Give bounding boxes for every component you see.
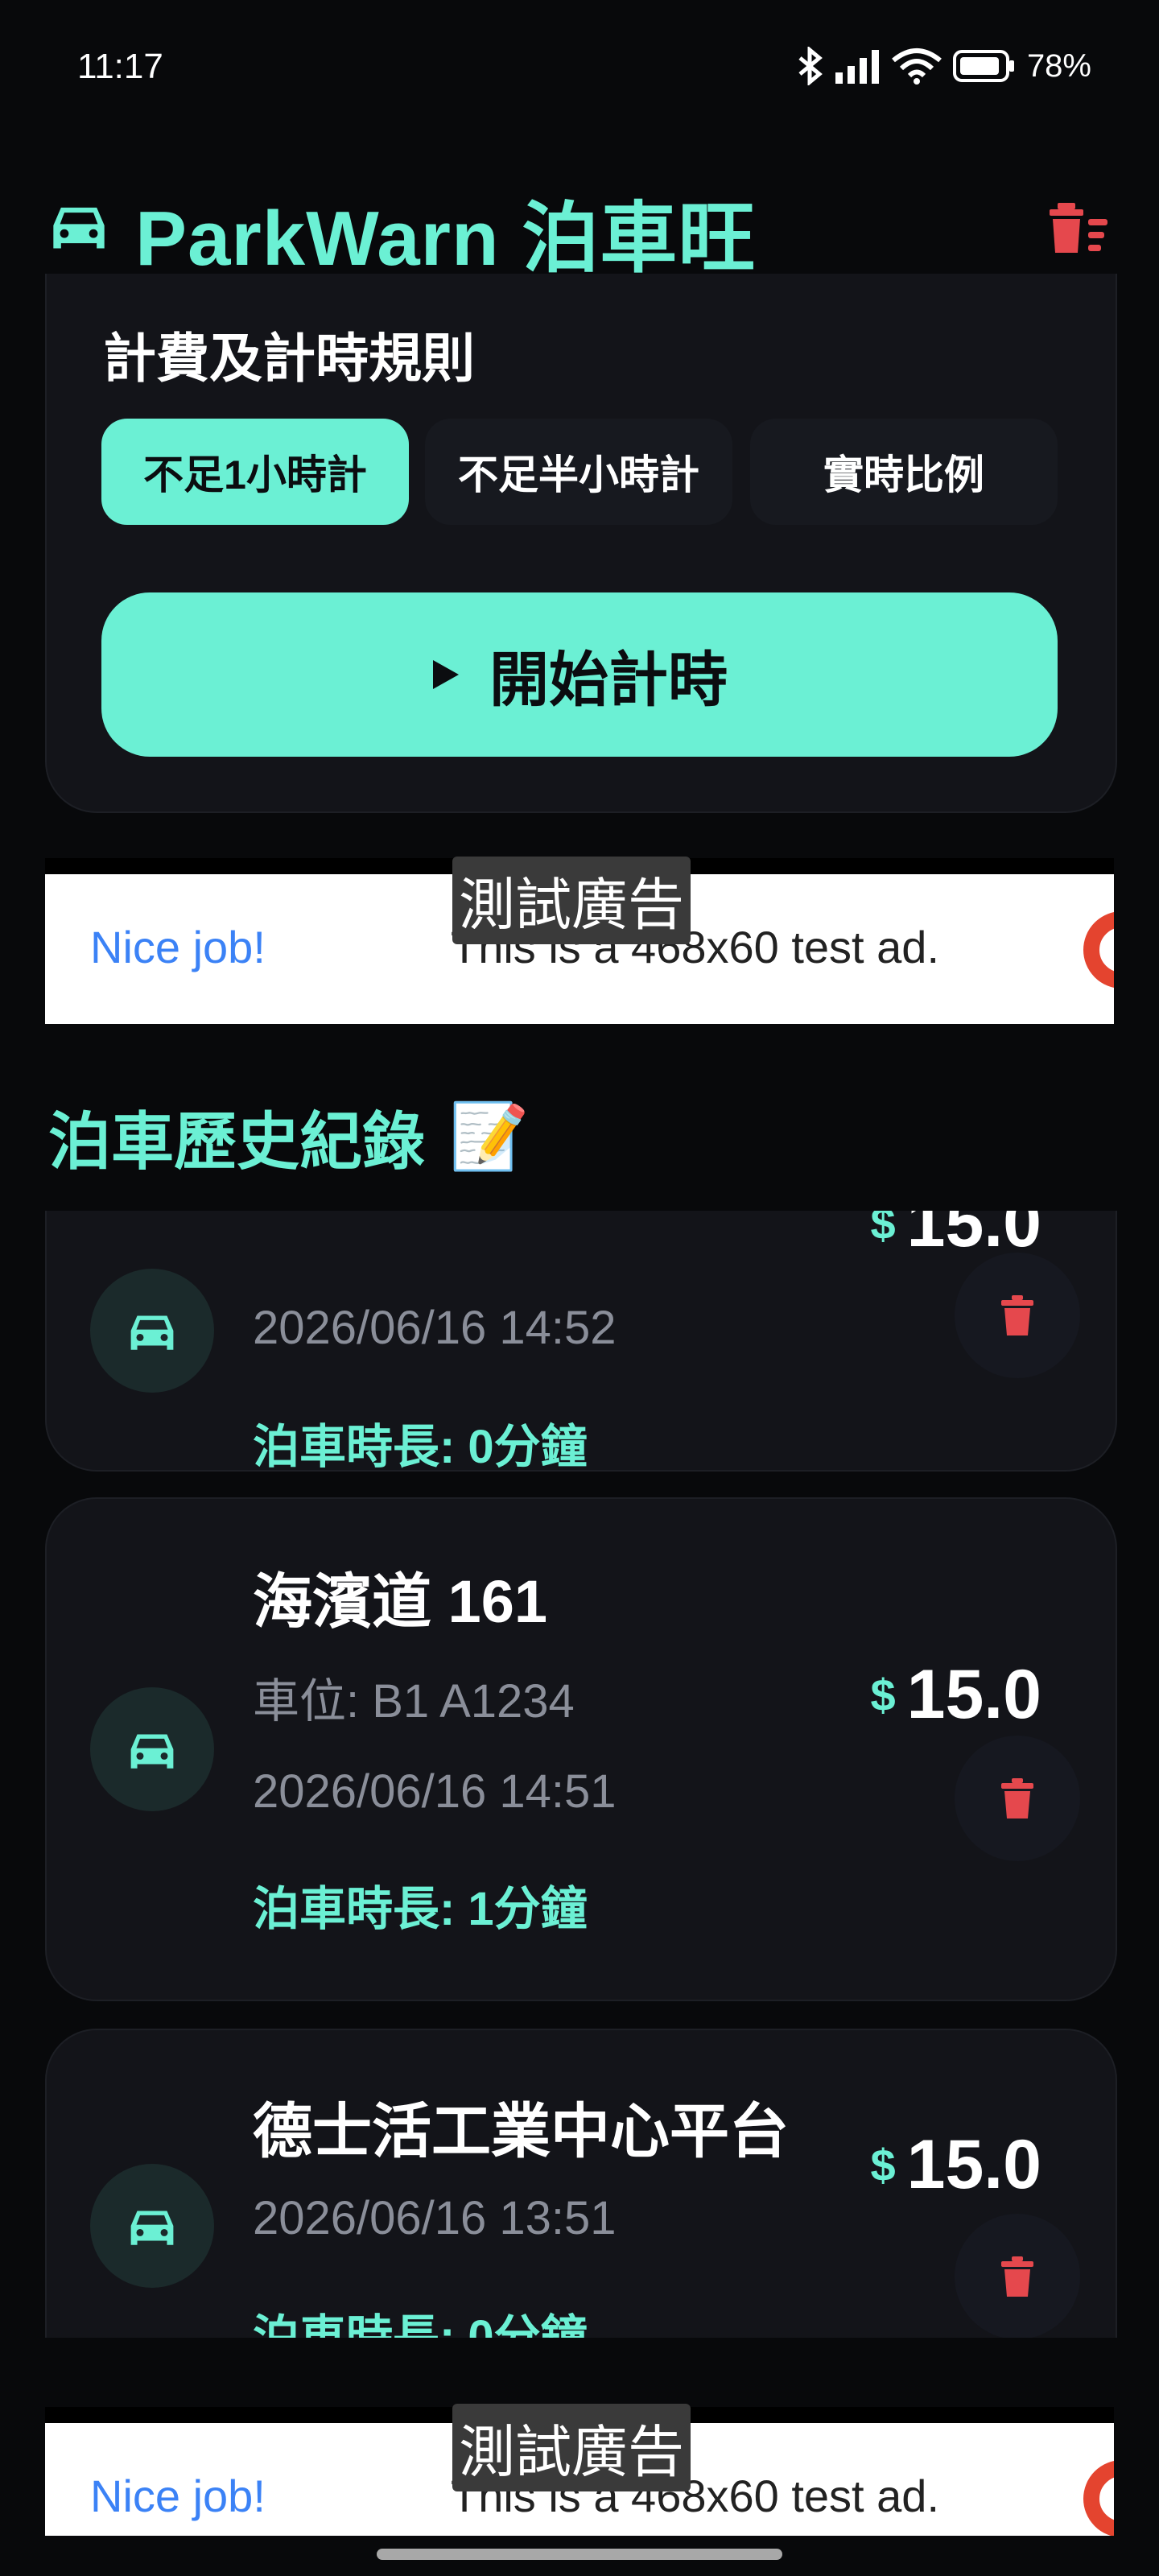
history-card[interactable]: 2026/06/16 14:52 泊車時長: 0分鐘 $ 15.0 [45,1211,1117,1473]
trash-icon [1001,1778,1033,1818]
app-title: ParkWarn 泊車旺 [135,196,757,282]
car-logo-icon [48,197,109,258]
currency-symbol: $ [870,1670,896,1720]
delete-record-button[interactable] [955,1736,1080,1861]
history-card[interactable]: 德士活工業中心平台 2026/06/16 13:51 泊車時長: 0分鐘 $ 1… [45,2029,1117,2338]
trash-icon [1001,2256,1033,2297]
delete-record-button[interactable] [955,1253,1080,1378]
history-title-text: 泊車歷史紀錄 [48,1106,426,1177]
start-timer-label: 開始計時 [489,646,728,713]
wifi-icon [892,48,942,85]
record-amount: 15.0 [906,1656,1041,1733]
signal-icon [835,50,879,84]
home-indicator[interactable] [377,2549,782,2560]
record-price: $ 15.0 [870,2125,1041,2205]
bluetooth-icon [798,47,823,85]
car-icon [90,2164,214,2288]
clear-history-button[interactable] [1046,200,1111,256]
ad-nice-text: Nice job! [90,2471,266,2521]
record-time: 2026/06/16 13:51 [253,2192,617,2244]
ad-nice-text: Nice job! [90,922,266,972]
currency-symbol: $ [870,2140,896,2190]
delete-sweep-icon [1050,203,1107,253]
currency-symbol: $ [870,1211,896,1249]
status-icons: 78% [797,47,1091,85]
history-list[interactable]: 2026/06/16 14:52 泊車時長: 0分鐘 $ 15.0 海濱道 16… [0,1211,1159,2338]
delete-record-button[interactable] [955,2214,1080,2338]
battery-percent: 78% [1026,47,1091,84]
rule-option-real-time[interactable]: 實時比例 [750,419,1058,525]
start-timer-button[interactable]: 開始計時 [101,592,1058,757]
record-location: 德士活工業中心平台 [253,2098,789,2165]
status-time: 11:17 [77,47,163,86]
car-icon [90,1687,214,1811]
record-time: 2026/06/16 14:52 [253,1302,617,1354]
history-card[interactable]: 海濱道 161 車位: B1 A1234 2026/06/16 14:51 泊車… [45,1497,1117,2001]
car-icon [90,1269,214,1393]
rules-title: 計費及計時規則 [103,328,475,388]
record-duration: 泊車時長: 0分鐘 [253,1421,588,1473]
play-icon [433,660,459,689]
ad-label: 測試廣告 [452,2404,691,2491]
battery-icon [952,50,1014,82]
record-price: $ 15.0 [870,1655,1041,1735]
record-duration: 泊車時長: 0分鐘 [253,2311,588,2338]
ad-label: 測試廣告 [452,857,691,944]
trash-icon [1001,1295,1033,1335]
record-location: 海濱道 161 [253,1568,548,1635]
record-amount: 15.0 [906,2126,1041,2203]
history-title: 泊車歷史紀錄 📝 [48,1092,530,1182]
record-duration: 泊車時長: 1分鐘 [253,1883,588,1935]
rule-option-half-hour[interactable]: 不足半小時計 [425,419,732,525]
ad-logo-icon [1083,911,1114,989]
record-slot: 車位: B1 A1234 [253,1675,575,1728]
rule-option-hourly[interactable]: 不足1小時計 [101,419,409,525]
record-time: 2026/06/16 14:51 [253,1765,617,1818]
ad-logo-icon [1083,2460,1114,2536]
memo-icon: 📝 [449,1100,530,1172]
